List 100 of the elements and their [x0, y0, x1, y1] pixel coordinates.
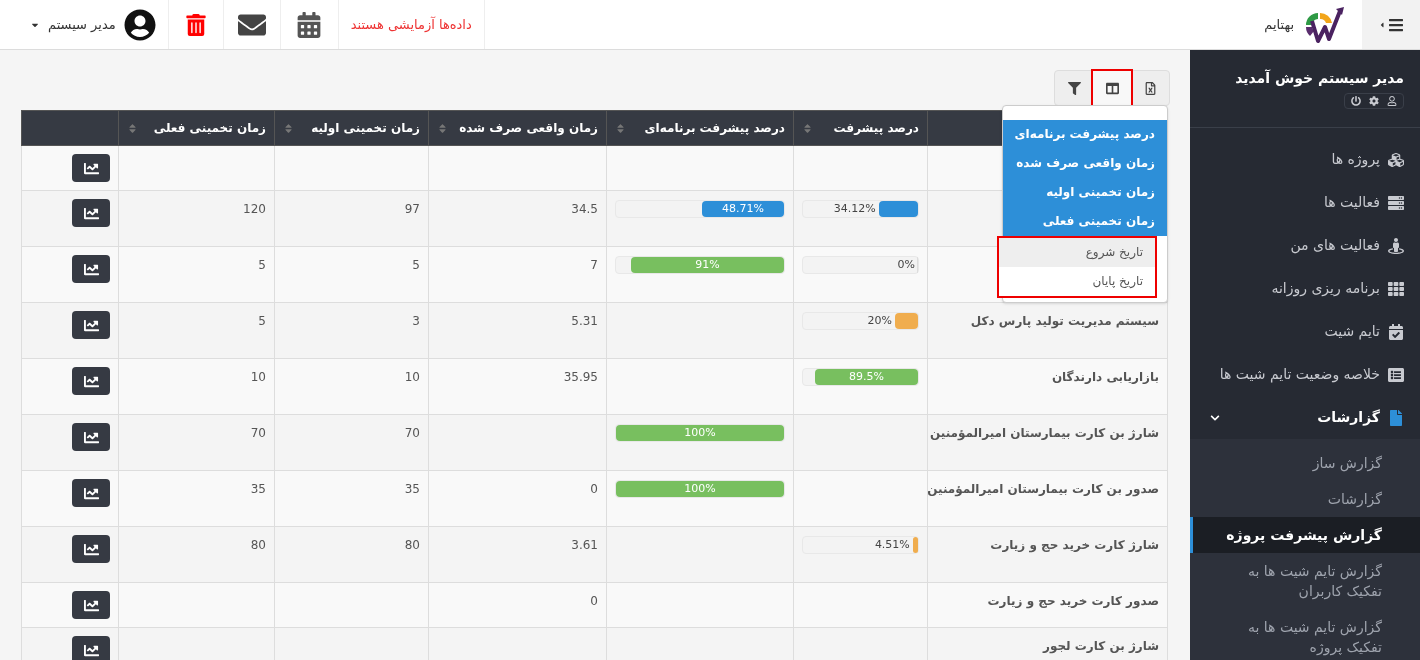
table-cell: 10 [274, 358, 429, 415]
chart-line-icon [83, 205, 99, 221]
table-cell: 70 [274, 414, 429, 471]
progress-label: 34.12% [833, 201, 876, 217]
table-cell: 120 [118, 190, 275, 247]
demo-notice: داده‌ها آزمایشی هستند [350, 15, 472, 34]
columns-icon [1105, 81, 1119, 95]
column-header[interactable]: زمان تخمینی فعلی [118, 110, 275, 146]
chart-line-icon [83, 597, 99, 613]
table-cell: 5 [118, 246, 275, 303]
column-header[interactable]: زمان واقعی صرف شده [428, 110, 607, 146]
chart-button[interactable] [72, 591, 110, 619]
excel-icon [1143, 81, 1157, 95]
table-cell: 3 [274, 302, 429, 359]
table-cell: 35 [118, 470, 275, 527]
sidebar-item[interactable]: خلاصه وضعیت تایم شیت ها [1190, 353, 1420, 396]
chart-button[interactable] [72, 199, 110, 227]
progress-label: 4.51% [874, 537, 910, 553]
chart-button[interactable] [72, 255, 110, 283]
progress-label: 0% [897, 257, 915, 273]
chart-line-icon [83, 429, 99, 445]
user-menu-button[interactable]: مدیر سیستم [18, 0, 168, 49]
sidebar-subitem[interactable]: گزارش تایم شیت ها به تفکیک پروژه [1190, 609, 1420, 660]
chart-line-icon [83, 642, 99, 658]
chart-button[interactable] [72, 367, 110, 395]
sidebar-subitem[interactable]: گزارش ساز [1190, 445, 1420, 481]
chart-button[interactable] [72, 423, 110, 451]
caret-icon [1378, 20, 1386, 29]
menu-toggle-button[interactable] [1362, 0, 1420, 49]
chart-line-icon [83, 541, 99, 557]
table-cell: 34.5 [428, 190, 607, 247]
sidebar-item[interactable]: تایم شیت [1190, 310, 1420, 353]
chart-button[interactable] [72, 535, 110, 563]
cubes-icon [1388, 151, 1404, 168]
table-cell: بازاریابی دارندگان [927, 358, 1168, 415]
table-cell: 35.95 [428, 358, 607, 415]
filter-icon [1067, 81, 1081, 95]
table-cell: 0 [428, 470, 607, 527]
chevron-icon [1210, 412, 1220, 423]
table-cell: 10 [118, 358, 275, 415]
sort-icon [802, 122, 813, 134]
sort-icon [437, 122, 448, 134]
table-cell: صدور کارت خرید حج و زیارت [927, 582, 1168, 628]
sidebar-subitem[interactable]: گزارش تایم شیت ها به تفکیک کاربران [1190, 553, 1420, 609]
calendar-check-icon [1388, 323, 1404, 340]
chart-button[interactable] [72, 311, 110, 339]
column-option[interactable]: تاریخ شروع [998, 238, 1155, 267]
chart-button[interactable] [72, 479, 110, 507]
brand-name: بهتایم [1264, 15, 1294, 35]
sidebar-item[interactable]: فعالیت ها [1190, 181, 1420, 224]
grid-icon [1388, 280, 1404, 297]
progress-label: 20% [867, 313, 892, 329]
list-icon [1388, 366, 1404, 383]
sort-icon [127, 122, 138, 134]
sidebar-item[interactable]: فعالیت های من [1190, 224, 1420, 267]
sidebar-subitem[interactable]: گزارشات [1190, 481, 1420, 517]
progress-label: 91% [694, 257, 721, 273]
column-header[interactable]: درصد پیشرفت برنامه‌ای [606, 110, 794, 146]
sidebar-subitem[interactable]: گزارش پیشرفت پروژه [1190, 517, 1420, 553]
table-cell: شارژ کارت خرید حج و زیارت [927, 526, 1168, 583]
column-header[interactable]: زمان تخمینی اولیه [274, 110, 429, 146]
trash-icon [184, 13, 207, 36]
progress-label: 48.71% [721, 201, 766, 217]
chart-line-icon [83, 261, 99, 277]
table-cell: 3.61 [428, 526, 607, 583]
user-icon [1387, 96, 1397, 106]
table-cell: 5 [118, 302, 275, 359]
progress-label: 100% [683, 425, 717, 441]
chart-line-icon [83, 317, 99, 333]
chart-line-icon [83, 160, 99, 176]
person-icon [1388, 237, 1404, 254]
table-cell: شارژ بن کارت لجور [927, 627, 1168, 660]
table-cell: 0 [428, 582, 607, 628]
server-icon [1388, 194, 1404, 211]
sidebar-item[interactable]: پروژه ها [1190, 138, 1420, 181]
sidebar-item[interactable]: گزارشات [1190, 396, 1420, 439]
progress-label: 89.5% [848, 369, 885, 385]
progress-label: 100% [683, 481, 717, 497]
table-cell: 35 [274, 470, 429, 527]
chart-button[interactable] [72, 154, 110, 182]
columns-button[interactable] [1093, 71, 1131, 105]
avatar-icon [123, 8, 156, 41]
table-cell: 80 [118, 526, 275, 583]
welcome-title: مدیر سیستم خوش آمدید [1234, 68, 1404, 89]
table-cell: 5.31 [428, 302, 607, 359]
calendar-icon [296, 11, 323, 38]
sort-icon [615, 122, 626, 134]
sidebar-item[interactable]: برنامه ریزی روزانه [1190, 267, 1420, 310]
settings-icon [1369, 96, 1379, 106]
menu-icon [1388, 16, 1404, 33]
chart-button[interactable] [72, 636, 110, 660]
column-header[interactable]: درصد پیشرفت [793, 110, 928, 146]
table-cell: 7 [428, 246, 607, 303]
table-cell: 70 [118, 414, 275, 471]
table-cell: صدور بن کارت بیمارستان امیرالمؤمنین [927, 470, 1168, 527]
sort-icon [283, 122, 294, 134]
file-icon [1388, 409, 1404, 426]
table-cell: 80 [274, 526, 429, 583]
table-cell: شارژ بن کارت بیمارستان امیرالمؤمنین [927, 414, 1168, 471]
table-cell: 97 [274, 190, 429, 247]
